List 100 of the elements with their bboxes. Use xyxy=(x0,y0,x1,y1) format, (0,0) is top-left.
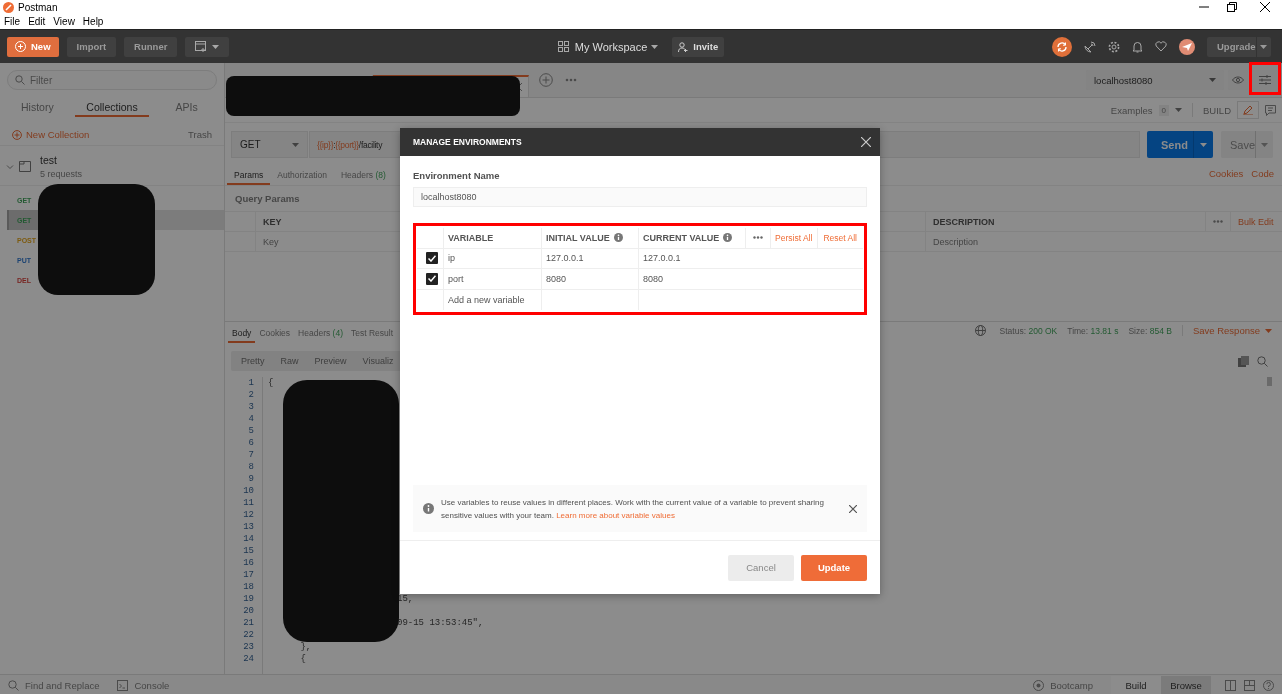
code-text: }, xyxy=(299,641,312,653)
import-button[interactable]: Import xyxy=(66,36,117,57)
close-icon[interactable] xyxy=(849,504,857,513)
person-plus-icon xyxy=(678,41,689,52)
line-number: 9 xyxy=(247,473,255,485)
satellite-icon[interactable] xyxy=(1084,40,1096,53)
plus-circle-icon xyxy=(12,129,22,140)
view-option[interactable]: Preview xyxy=(306,356,355,366)
avatar[interactable] xyxy=(1179,38,1195,55)
upgrade-button[interactable]: Upgrade xyxy=(1207,36,1271,57)
checkbox[interactable] xyxy=(426,272,438,285)
menu-item[interactable]: Edit xyxy=(28,15,46,27)
restore-icon[interactable] xyxy=(1227,2,1237,12)
window-plus-icon xyxy=(195,41,208,52)
info-icon[interactable] xyxy=(613,233,623,243)
line-number: 7 xyxy=(247,449,255,461)
line-number: 23 xyxy=(242,641,255,653)
highlight-frame xyxy=(1249,62,1281,95)
copy-icon[interactable] xyxy=(1238,355,1249,367)
link[interactable]: Cookies xyxy=(1208,168,1244,179)
examples-label[interactable]: Examples xyxy=(1110,104,1153,116)
sidebar-tab[interactable]: APIs xyxy=(149,98,224,117)
globe-icon[interactable] xyxy=(974,325,986,336)
more-icon[interactable] xyxy=(565,78,577,82)
response-tab[interactable]: Headers (4) xyxy=(294,328,347,343)
heart-icon[interactable] xyxy=(1155,41,1167,52)
request-tab[interactable]: Authorization xyxy=(270,170,334,185)
view-option[interactable]: Visualiz xyxy=(354,356,402,366)
cancel-button[interactable]: Cancel xyxy=(728,554,794,581)
menu-item[interactable]: View xyxy=(53,15,75,27)
new-window-button[interactable] xyxy=(185,36,230,57)
initial-value-cell[interactable]: 8080 xyxy=(541,269,638,290)
response-tab[interactable]: Cookies xyxy=(255,328,295,343)
line-number: 10 xyxy=(242,485,255,497)
line-number: 14 xyxy=(242,533,255,545)
line-number: 24 xyxy=(242,653,255,665)
invite-button[interactable]: Invite xyxy=(672,36,725,57)
reset-all-link[interactable]: Reset All xyxy=(823,232,857,243)
save-response-button[interactable]: Save Response xyxy=(1181,325,1272,336)
sidebar-tab[interactable]: History xyxy=(0,98,75,117)
view-option[interactable]: Raw xyxy=(272,356,307,366)
find-replace-button[interactable]: Find and Replace xyxy=(8,680,100,691)
bootcamp-button[interactable]: Bootcamp xyxy=(1033,680,1093,691)
request-tab[interactable]: Headers (8) xyxy=(333,170,393,185)
collection-name[interactable]: test xyxy=(40,154,83,166)
new-button[interactable]: New xyxy=(7,36,59,57)
bulk-edit-link[interactable]: Bulk Edit xyxy=(1238,216,1274,227)
workspace-selector[interactable]: My Workspace xyxy=(574,40,648,53)
method-select[interactable]: GET xyxy=(231,131,308,158)
request-tab[interactable]: Params xyxy=(227,170,271,185)
current-value-cell[interactable]: 8080 xyxy=(638,269,863,290)
caret-icon xyxy=(1265,328,1272,333)
line-number: 12 xyxy=(242,509,255,521)
mode-toggle[interactable]: Build xyxy=(1111,675,1161,694)
response-tab[interactable]: Body xyxy=(228,328,256,343)
checkbox[interactable] xyxy=(426,252,438,265)
initial-value-cell[interactable]: 127.0.0.1 xyxy=(541,248,638,269)
mode-toggle[interactable]: Browse xyxy=(1161,675,1211,694)
search-icon xyxy=(8,680,19,691)
menu-item[interactable]: File xyxy=(4,15,21,27)
new-collection-link[interactable]: New Collection xyxy=(12,129,90,140)
edit-button[interactable] xyxy=(1237,101,1259,119)
column-header: DESCRIPTION xyxy=(925,212,1205,232)
more-icon[interactable] xyxy=(753,236,763,240)
view-option[interactable]: Pretty xyxy=(233,356,273,366)
link[interactable]: Code xyxy=(1251,168,1274,179)
trash-link[interactable]: Trash xyxy=(188,129,212,140)
current-value-cell[interactable]: 127.0.0.1 xyxy=(638,248,863,269)
response-stat: Time: 13.81 s xyxy=(1067,325,1119,336)
variable-name-cell[interactable]: port xyxy=(443,269,541,290)
search-icon[interactable] xyxy=(1257,355,1268,367)
response-tab[interactable]: Test Result xyxy=(347,328,398,343)
console-button[interactable]: Console xyxy=(117,680,170,691)
sync-button[interactable] xyxy=(1052,36,1072,57)
layout-icon[interactable] xyxy=(1244,680,1255,691)
new-variable-field[interactable]: Add a new variable xyxy=(443,289,541,310)
bell-icon[interactable] xyxy=(1132,40,1143,53)
description-field[interactable]: Description xyxy=(925,232,1282,252)
learn-more-link[interactable]: Learn more about variable values xyxy=(556,510,675,520)
scrollbar-thumb[interactable] xyxy=(1267,377,1272,386)
settings-icon[interactable] xyxy=(1108,40,1120,53)
caret-icon xyxy=(292,142,299,147)
two-pane-icon[interactable] xyxy=(1225,680,1236,691)
info-text: Use variables to reuse values in different places. Work with the current value of a variable to prevent sharing sensitive values with your team. Learn more about variable values xyxy=(441,496,825,522)
help-icon[interactable] xyxy=(1263,680,1274,691)
runner-button[interactable]: Runner xyxy=(124,36,178,57)
variable-name-cell[interactable]: ip xyxy=(443,248,541,269)
update-button[interactable]: Update xyxy=(801,554,867,581)
environment-name-field[interactable]: localhost8080 xyxy=(413,187,867,207)
send-button[interactable]: Send xyxy=(1147,131,1213,158)
filter-field[interactable]: Filter xyxy=(7,70,217,90)
sidebar-tab[interactable]: Collections xyxy=(75,98,149,117)
persist-all-link[interactable]: Persist All xyxy=(775,232,813,243)
menu-item[interactable]: Help xyxy=(82,15,104,27)
more-icon[interactable] xyxy=(1213,220,1223,223)
comment-icon[interactable] xyxy=(1265,104,1276,116)
close-icon[interactable] xyxy=(1260,2,1270,12)
eye-icon xyxy=(1232,76,1244,84)
check-icon xyxy=(428,275,436,283)
info-icon[interactable] xyxy=(723,233,733,243)
